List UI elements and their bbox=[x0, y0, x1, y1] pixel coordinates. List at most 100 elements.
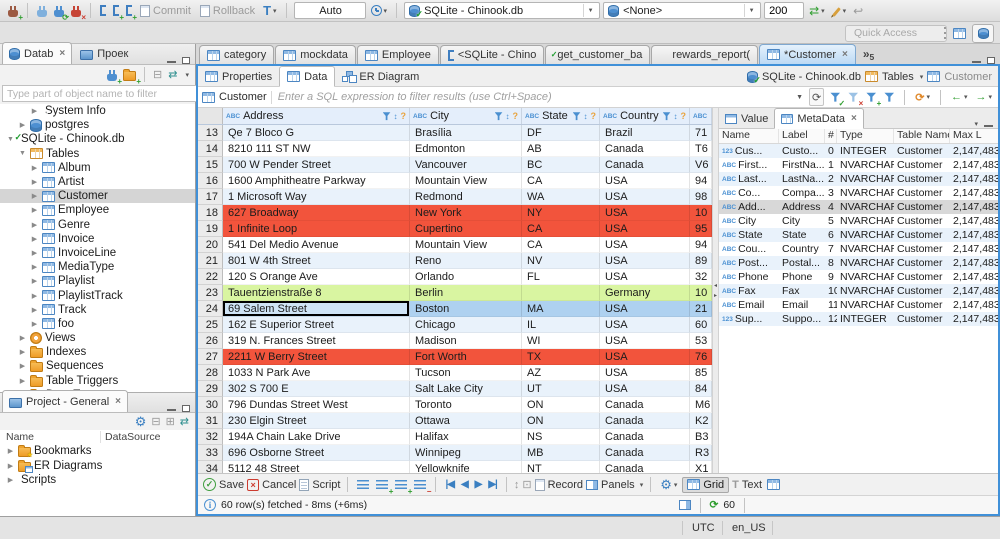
row-number-cell[interactable]: 28 bbox=[198, 365, 223, 381]
tree-item-track[interactable]: ▶ Track bbox=[0, 303, 195, 317]
grid-cell[interactable]: 120 S Orange Ave bbox=[223, 269, 410, 285]
add-row-button[interactable]: + bbox=[374, 475, 393, 495]
grid-cell[interactable]: CA bbox=[522, 237, 600, 253]
grid-cell[interactable]: V6 bbox=[690, 157, 712, 173]
chevron-down-icon[interactable]: ▼ bbox=[744, 4, 758, 17]
grid-cell[interactable]: 1 Infinite Loop bbox=[223, 221, 410, 237]
grid-cell[interactable]: Madison bbox=[410, 333, 522, 349]
chevron-down-icon[interactable]: ▾ bbox=[920, 73, 924, 81]
grid-cell[interactable] bbox=[522, 285, 600, 301]
link-with-editor-button[interactable]: ⇄ bbox=[166, 65, 179, 85]
tab-er-diagram[interactable]: ER Diagram bbox=[335, 67, 426, 86]
grid-cell[interactable]: 700 W Pender Street bbox=[223, 157, 410, 173]
editor-tab-employee[interactable]: Employee bbox=[356, 45, 439, 64]
transaction-mode-button[interactable]: T ▾ bbox=[261, 1, 278, 21]
tree-item-invoice[interactable]: ▶ Invoice bbox=[0, 232, 195, 246]
row-number-cell[interactable]: 26 bbox=[198, 333, 223, 349]
grid-cell[interactable]: 21 bbox=[690, 301, 712, 317]
tree-collapsed-icon[interactable]: ▶ bbox=[30, 306, 39, 314]
grid-cell[interactable]: Salt Lake City bbox=[410, 381, 522, 397]
row-number-cell[interactable]: 13 bbox=[198, 125, 223, 141]
transaction-begin-button[interactable]: + bbox=[111, 1, 124, 21]
grid-cell[interactable]: 71 bbox=[690, 125, 712, 141]
duplicate-row-button[interactable]: + bbox=[393, 475, 412, 495]
filter-help-icon[interactable]: ? bbox=[681, 111, 687, 121]
generate-sql-button[interactable]: ▾ bbox=[830, 1, 849, 21]
grid-cell[interactable]: ON bbox=[522, 413, 600, 429]
quick-access-input[interactable]: Quick Access bbox=[845, 25, 947, 42]
tree-item-employee[interactable]: ▶ Employee bbox=[0, 203, 195, 217]
tree-item-table-triggers[interactable]: ▶ Table Triggers bbox=[0, 374, 195, 388]
metadata-row-fax[interactable]: ABC Fax Fax 10 NVARCHAR Customer 2,147,483 bbox=[719, 284, 998, 298]
grid-cell[interactable]: Toronto bbox=[410, 397, 522, 413]
tree-item-playlisttrack[interactable]: ▶ PlaylistTrack bbox=[0, 288, 195, 302]
tab-metadata[interactable]: MetaData × bbox=[774, 108, 864, 129]
tab-properties[interactable]: Properties bbox=[198, 67, 279, 86]
fetch-page-icon[interactable]: ↕ bbox=[514, 479, 520, 491]
record-button[interactable]: Record bbox=[534, 478, 583, 491]
tree-item-tables[interactable]: ▼ Tables bbox=[0, 147, 195, 161]
row-number-cell[interactable]: 31 bbox=[198, 413, 223, 429]
grid-cell[interactable]: NV bbox=[522, 253, 600, 269]
sort-icon[interactable]: ↕ bbox=[584, 112, 588, 121]
tree-item-sqlite-chinook-db[interactable]: ▼ SQLite - Chinook.db bbox=[0, 132, 195, 146]
grid-cell[interactable]: Tucson bbox=[410, 365, 522, 381]
collapse-all-button[interactable]: ⊟ bbox=[151, 65, 164, 85]
grid-cell[interactable]: MA bbox=[522, 301, 600, 317]
project-item-er-diagrams[interactable]: ▶ ER Diagrams bbox=[0, 459, 195, 474]
row-number-cell[interactable]: 15 bbox=[198, 157, 223, 173]
grid-cell[interactable]: Fort Worth bbox=[410, 349, 522, 365]
grid-cell[interactable]: 98 bbox=[690, 189, 712, 205]
gear-icon[interactable]: ⚙ bbox=[135, 414, 147, 430]
row-number-cell[interactable]: 20 bbox=[198, 237, 223, 253]
minimize-icon[interactable] bbox=[972, 58, 981, 63]
breadcrumb-connection[interactable]: SQLite - Chinook.db bbox=[762, 71, 861, 83]
row-number-cell[interactable]: 34 bbox=[198, 461, 223, 473]
grid-cell[interactable]: 32 bbox=[690, 269, 712, 285]
tree-collapsed-icon[interactable]: ▶ bbox=[6, 462, 15, 470]
grid-cell[interactable]: USA bbox=[600, 301, 690, 317]
column-header-address[interactable]: ABC Address ↕? bbox=[223, 108, 410, 124]
tree-expanded-icon[interactable]: ▼ bbox=[18, 150, 27, 157]
grid-cell[interactable]: Brasília bbox=[410, 125, 522, 141]
row-number-cell[interactable]: 25 bbox=[198, 317, 223, 333]
maximize-icon[interactable] bbox=[182, 405, 190, 412]
grid-cell[interactable]: 10 bbox=[690, 285, 712, 301]
view-menu-button[interactable]: ▾ bbox=[183, 65, 191, 85]
tree-collapsed-icon[interactable]: ▶ bbox=[30, 277, 39, 285]
grid-cell[interactable]: 5112 48 Street bbox=[223, 461, 410, 473]
grid-cell[interactable]: Halifax bbox=[410, 429, 522, 445]
connection-select[interactable]: SQLite - Chinook.db ▼ bbox=[404, 2, 601, 20]
column-header-country[interactable]: ABC Country ↕? bbox=[600, 108, 690, 124]
tree-collapsed-icon[interactable]: ▶ bbox=[30, 192, 39, 200]
grid-cell[interactable]: USA bbox=[600, 253, 690, 269]
grid-cell[interactable]: USA bbox=[600, 189, 690, 205]
tree-collapsed-icon[interactable]: ▶ bbox=[30, 263, 39, 271]
grid-cell[interactable]: Canada bbox=[600, 429, 690, 445]
grid-cell[interactable]: 627 Broadway bbox=[223, 205, 410, 221]
tree-collapsed-icon[interactable]: ▶ bbox=[30, 164, 39, 172]
grid-cell[interactable]: UT bbox=[522, 381, 600, 397]
breadcrumb-container[interactable]: Tables bbox=[882, 71, 914, 83]
undo-button[interactable]: ↩ bbox=[851, 1, 865, 21]
history-back-button[interactable]: ← ▾ bbox=[949, 87, 970, 107]
disconnect-button[interactable]: × bbox=[69, 1, 86, 21]
metadata-row-city[interactable]: ABC City City 5 NVARCHAR Customer 2,147,483 bbox=[719, 214, 998, 228]
minimize-icon[interactable] bbox=[167, 406, 176, 411]
grid-cell[interactable]: 194A Chain Lake Drive bbox=[223, 429, 410, 445]
auto-refresh-icon[interactable]: ⟳ bbox=[710, 499, 719, 511]
tree-collapsed-icon[interactable]: ▶ bbox=[30, 206, 39, 214]
tab-close-icon[interactable]: × bbox=[842, 49, 848, 60]
editor-tab-customer[interactable]: *Customer × bbox=[759, 44, 856, 64]
tree-item-artist[interactable]: ▶ Artist bbox=[0, 175, 195, 189]
commit-button[interactable]: Commit bbox=[137, 1, 194, 21]
panels-icon[interactable] bbox=[678, 500, 691, 510]
grid-cell[interactable]: USA bbox=[600, 381, 690, 397]
tab-overflow-button[interactable]: » 5 bbox=[863, 47, 874, 62]
row-number-cell[interactable]: 32 bbox=[198, 429, 223, 445]
new-connection-button[interactable]: + bbox=[105, 65, 122, 85]
grid-cell[interactable]: FL bbox=[522, 269, 600, 285]
grid-cell[interactable]: USA bbox=[600, 269, 690, 285]
tree-collapsed-icon[interactable]: ▶ bbox=[30, 107, 39, 115]
chevron-down-icon[interactable]: ▼ bbox=[583, 4, 597, 17]
